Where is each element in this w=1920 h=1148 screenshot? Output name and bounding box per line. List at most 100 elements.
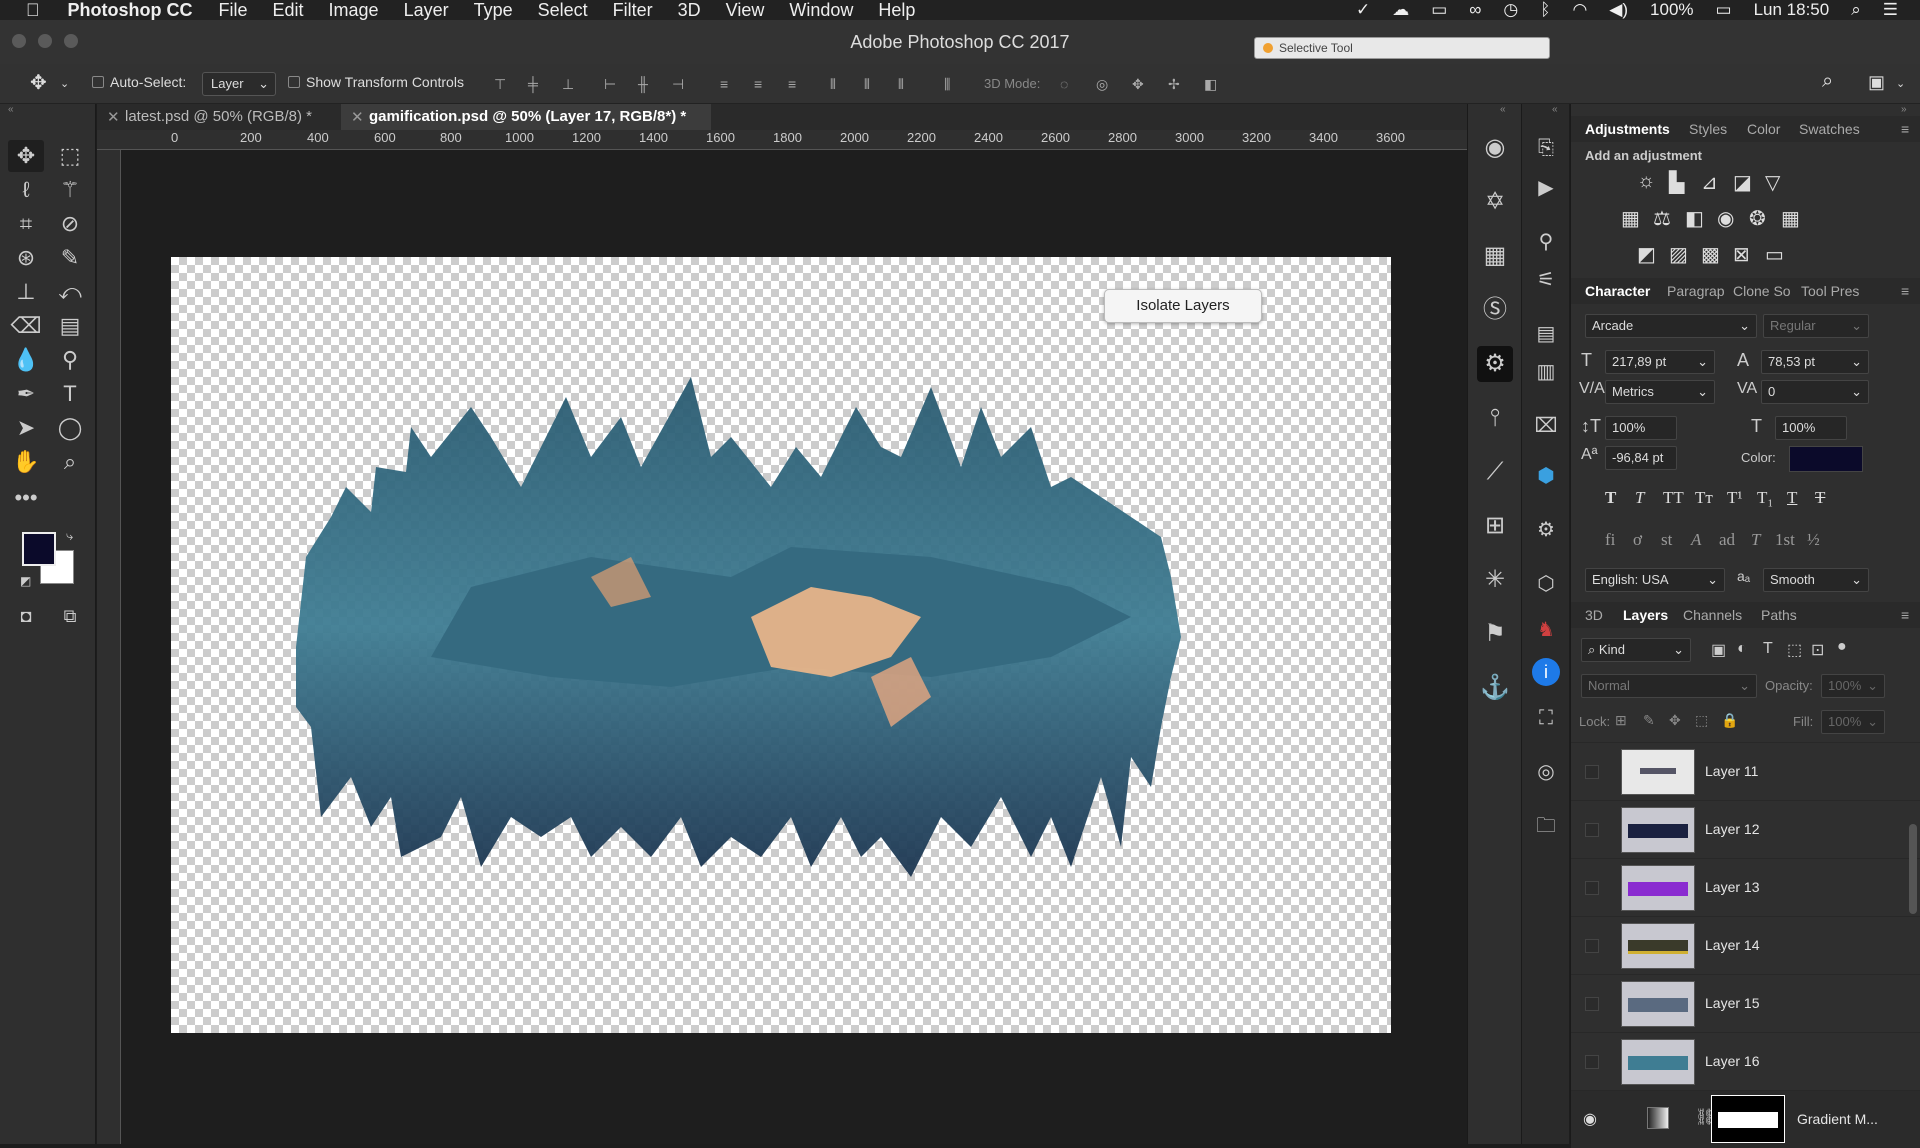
discretionary-ligature-icon[interactable]: st <box>1661 530 1672 550</box>
distribute-hcenter-icon[interactable]: ⫴ <box>864 76 882 92</box>
type-tool-icon[interactable]: T <box>52 378 88 410</box>
app-menu[interactable]: Photoshop CC <box>68 0 193 21</box>
eye-icon[interactable]: ◉ <box>1583 1109 1597 1129</box>
close-icon[interactable]: ✕ <box>107 108 120 126</box>
color-lookup-icon[interactable]: ▦ <box>1781 206 1800 231</box>
align-hcenter-icon[interactable]: ╫ <box>638 76 656 92</box>
lock-transparent-icon[interactable]: ⊞ <box>1615 712 1627 729</box>
filter-toggle-icon[interactable]: ● <box>1837 638 1847 656</box>
menu-layer[interactable]: Layer <box>404 0 449 21</box>
ordinals-icon[interactable]: 1st <box>1775 530 1795 550</box>
layers-scrollbar[interactable] <box>1909 824 1917 914</box>
distribute-bottom-icon[interactable]: ≡ <box>788 76 806 92</box>
language-select[interactable]: English: USA ⌄ <box>1585 568 1725 592</box>
filter-type-icon[interactable]: T <box>1763 640 1773 658</box>
filter-smart-object-icon[interactable]: ⊡ <box>1811 640 1824 660</box>
swap-colors-icon[interactable]: ⤷ <box>66 528 73 544</box>
screen-mode-icon[interactable]: ⧉ <box>52 600 88 632</box>
3d-panel-icon[interactable]: ⌧ <box>1528 408 1564 444</box>
fill-field[interactable]: 100% ⌄ <box>1821 710 1885 734</box>
font-family-select[interactable]: Arcade ⌄ <box>1585 314 1757 338</box>
superscript-icon[interactable]: T¹ <box>1727 488 1742 508</box>
faux-bold-icon[interactable]: T <box>1605 488 1616 508</box>
actions-play-icon[interactable]: ▶ <box>1528 170 1564 206</box>
tab-styles[interactable]: Styles <box>1689 121 1727 137</box>
battery-icon[interactable]: ▭ <box>1716 0 1732 20</box>
history-brush-icon[interactable]: ⤺ <box>52 276 88 308</box>
menu-filter[interactable]: Filter <box>613 0 653 21</box>
antialias-select[interactable]: Smooth ⌄ <box>1763 568 1869 592</box>
filter-adjustment-icon[interactable]: ◐ <box>1737 640 1747 658</box>
tab-gamification[interactable]: ✕ gamification.psd @ 50% (Layer 17, RGB/8… <box>341 104 711 130</box>
swash-icon[interactable]: A <box>1691 530 1701 550</box>
3d-pan-icon[interactable]: ✥ <box>1132 76 1150 92</box>
info-icon[interactable]: ▤ <box>1528 316 1564 352</box>
tab-swatches[interactable]: Swatches <box>1799 121 1860 137</box>
align-bottom-icon[interactable]: ⊥ <box>562 76 580 92</box>
pen-tool-icon[interactable]: ✒ <box>8 378 44 410</box>
cloud-icon[interactable]: ☁ <box>1392 0 1409 20</box>
subscript-icon[interactable]: T₁ <box>1757 488 1773 508</box>
curves-icon[interactable]: ⊿ <box>1701 170 1718 195</box>
tab-character[interactable]: Character <box>1585 283 1650 299</box>
creative-cloud-libraries-icon[interactable]: ◉ <box>1477 130 1513 166</box>
gradient-tool-icon[interactable]: ▤ <box>52 310 88 342</box>
clone-stamp-icon[interactable]: ⊥ <box>8 276 44 308</box>
layer-row[interactable]: Layer 11 <box>1571 742 1920 800</box>
filter-pixel-icon[interactable]: ▣ <box>1711 640 1726 660</box>
font-size-field[interactable]: 217,89 pt ⌄ <box>1605 350 1715 374</box>
black-white-icon[interactable]: ◧ <box>1685 206 1704 231</box>
hue-saturation-icon[interactable]: ▦ <box>1621 206 1640 231</box>
collapse-icon[interactable]: « <box>1500 104 1506 115</box>
menu-type[interactable]: Type <box>474 0 513 21</box>
visibility-toggle[interactable] <box>1585 765 1599 779</box>
menu-view[interactable]: View <box>726 0 765 21</box>
document-canvas[interactable] <box>171 257 1391 1033</box>
underline-icon[interactable]: T <box>1787 488 1797 508</box>
magic-wand-icon[interactable]: ⚚ <box>52 174 88 206</box>
strikethrough-icon[interactable]: T <box>1815 488 1825 508</box>
channel-mixer-icon[interactable]: ❂ <box>1749 206 1766 231</box>
menu-edit[interactable]: Edit <box>273 0 304 21</box>
vertical-scale-field[interactable]: 100% <box>1605 416 1677 440</box>
align-vcenter-icon[interactable]: ╪ <box>528 76 546 92</box>
tab-tool-presets[interactable]: Tool Pres <box>1801 283 1859 299</box>
crop-export-icon[interactable]: ⛶ <box>1528 700 1564 736</box>
blue-plugin-icon[interactable]: ⬢ <box>1528 458 1564 494</box>
threshold-icon[interactable]: ▩ <box>1701 242 1720 267</box>
exposure-icon[interactable]: ◪ <box>1733 170 1752 195</box>
tab-3d[interactable]: 3D <box>1585 607 1603 623</box>
display-icon[interactable]: ▭ <box>1431 0 1447 20</box>
clock[interactable]: Lun 18:50 <box>1754 0 1830 20</box>
visibility-toggle[interactable] <box>1585 997 1599 1011</box>
visibility-toggle[interactable] <box>1585 881 1599 895</box>
red-plugin-icon[interactable]: ♞ <box>1528 612 1564 648</box>
s-plugin-icon[interactable]: Ⓢ <box>1477 292 1513 328</box>
vibrance-icon[interactable]: ▽ <box>1765 170 1780 195</box>
posterize-icon[interactable]: ▨ <box>1669 242 1688 267</box>
baseline-shift-field[interactable]: -96,84 pt <box>1605 446 1677 470</box>
folder-icon[interactable]: 🗀 <box>1528 808 1564 844</box>
lock-position-icon[interactable]: ✥ <box>1669 712 1681 729</box>
layer-row[interactable]: Layer 14 <box>1571 916 1920 974</box>
opacity-field[interactable]: 100% ⌄ <box>1821 674 1885 698</box>
tab-color[interactable]: Color <box>1747 121 1780 137</box>
tab-layers[interactable]: Layers <box>1623 607 1668 623</box>
time-machine-icon[interactable]: ◷ <box>1503 0 1518 20</box>
tab-paths[interactable]: Paths <box>1761 607 1797 623</box>
chevron-down-icon[interactable]: ⌄ <box>1896 77 1905 90</box>
kerning-field[interactable]: Metrics ⌄ <box>1605 380 1715 404</box>
color-balance-icon[interactable]: ⚖ <box>1653 206 1671 231</box>
marquee-tool-icon[interactable]: ⬚ <box>52 140 88 172</box>
expand-icon[interactable]: » <box>1901 104 1907 115</box>
eyedropper-icon[interactable]: ⊘ <box>52 208 88 240</box>
faux-italic-icon[interactable]: T <box>1635 488 1644 508</box>
tab-clone-source[interactable]: Clone So <box>1733 283 1791 299</box>
distribute-top-icon[interactable]: ≡ <box>720 76 738 92</box>
properties-icon[interactable]: ⚟ <box>1528 262 1564 298</box>
chevron-down-icon[interactable]: ⌄ <box>60 77 69 90</box>
menu-select[interactable]: Select <box>538 0 588 21</box>
lock-all-icon[interactable]: 🔒 <box>1721 712 1738 729</box>
flag-icon[interactable]: ⚑ <box>1477 616 1513 652</box>
all-caps-icon[interactable]: TT <box>1663 488 1684 508</box>
